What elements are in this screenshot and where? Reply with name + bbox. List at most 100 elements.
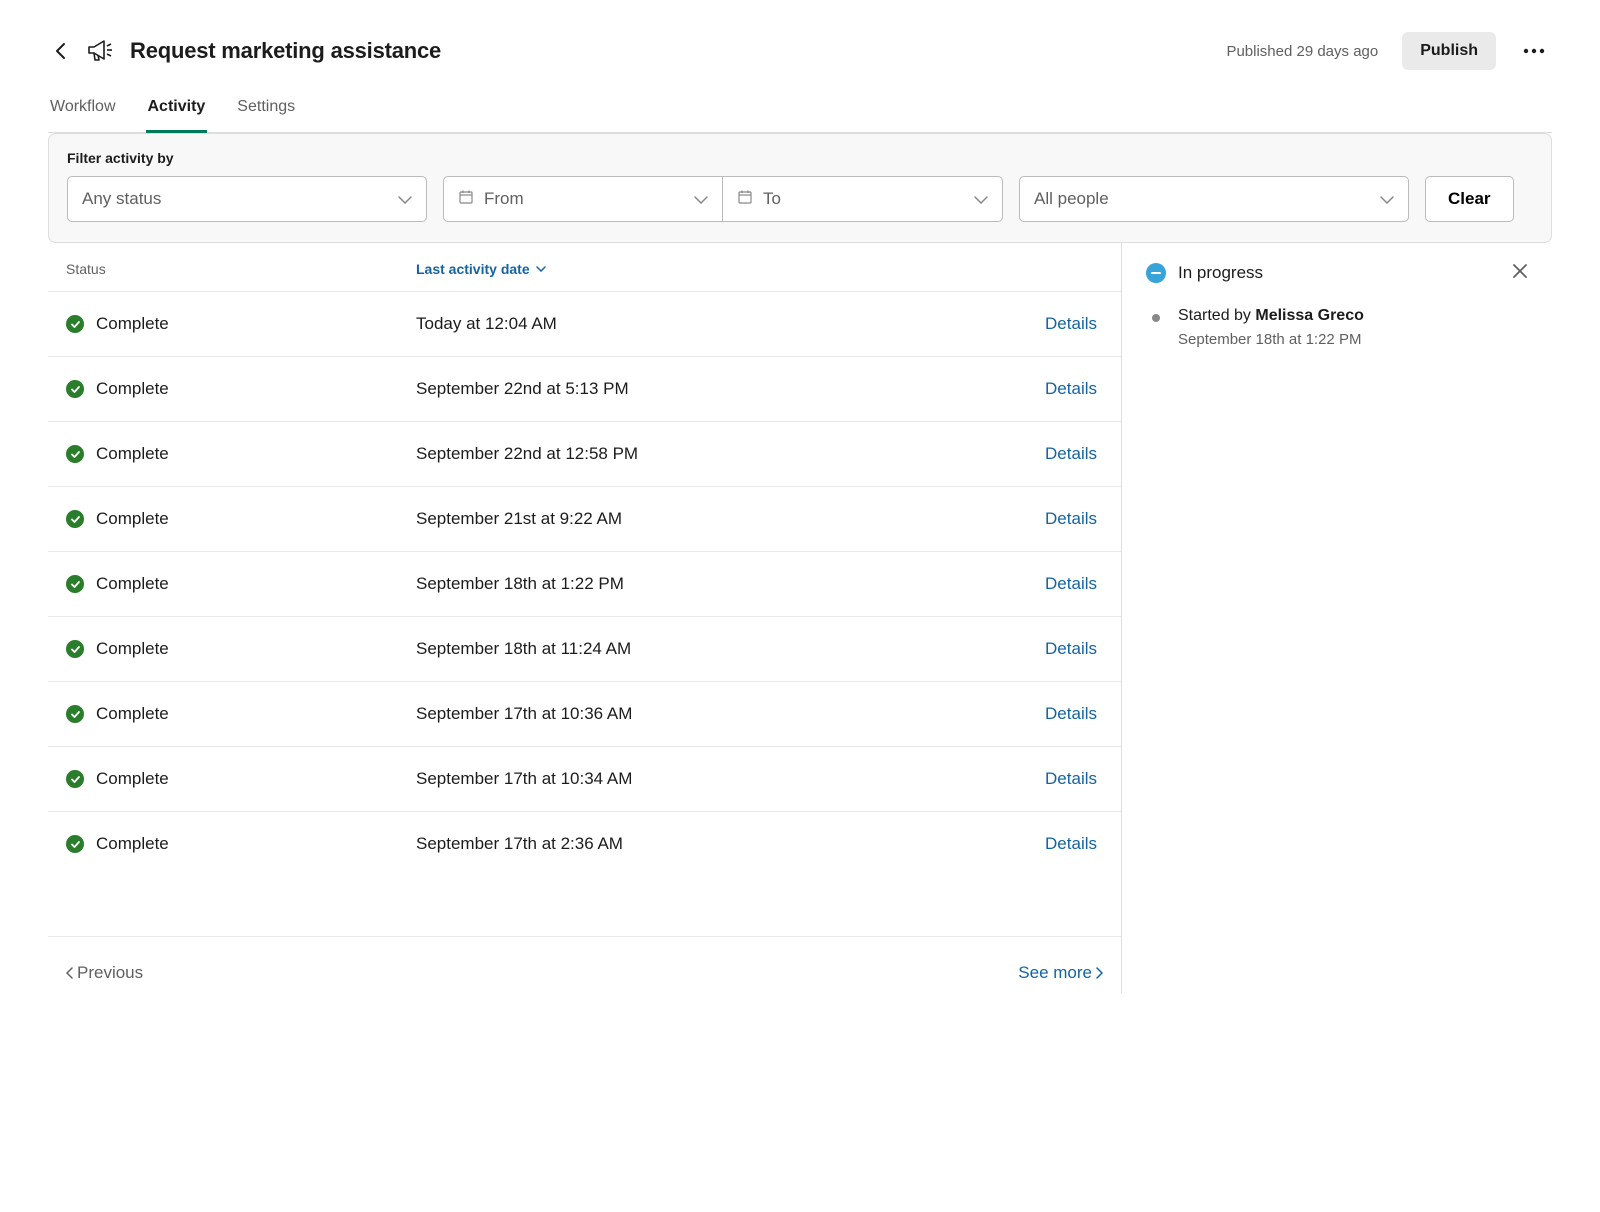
- filter-bar: Filter activity by Any status From To: [48, 133, 1552, 243]
- side-panel-item: Started by Melissa Greco September 18th …: [1146, 307, 1528, 348]
- date-cell: September 17th at 10:36 AM: [416, 704, 1045, 724]
- tab-workflow[interactable]: Workflow: [48, 90, 118, 133]
- status-cell: Complete: [66, 639, 416, 659]
- to-date-select[interactable]: To: [723, 176, 1003, 222]
- status-label: Complete: [96, 574, 169, 594]
- status-label: Complete: [96, 834, 169, 854]
- tabs: Workflow Activity Settings: [48, 90, 1552, 133]
- status-cell: Complete: [66, 834, 416, 854]
- check-circle-icon: [66, 770, 84, 788]
- table-row: Complete September 17th at 10:36 AMDetail…: [48, 681, 1121, 746]
- table-row: Complete September 21st at 9:22 AMDetails: [48, 486, 1121, 551]
- chevron-down-icon: [694, 191, 708, 208]
- check-circle-icon: [66, 445, 84, 463]
- details-link[interactable]: Details: [1045, 769, 1103, 789]
- status-cell: Complete: [66, 379, 416, 399]
- table-row: Complete September 18th at 1:22 PMDetails: [48, 551, 1121, 616]
- table-row: Complete September 18th at 11:24 AMDetail…: [48, 616, 1121, 681]
- chevron-down-icon: [1380, 191, 1394, 208]
- date-cell: September 18th at 1:22 PM: [416, 574, 1045, 594]
- date-cell: September 17th at 10:34 AM: [416, 769, 1045, 789]
- back-button[interactable]: [48, 39, 72, 63]
- status-cell: Complete: [66, 314, 416, 334]
- previous-link[interactable]: Previous: [66, 963, 143, 983]
- status-select-text: Any status: [82, 189, 398, 209]
- previous-label: Previous: [77, 963, 143, 983]
- date-cell: September 21st at 9:22 AM: [416, 509, 1045, 529]
- check-circle-icon: [66, 640, 84, 658]
- column-header-date-label: Last activity date: [416, 261, 530, 277]
- chevron-left-icon: [66, 967, 73, 979]
- status-label: Complete: [96, 509, 169, 529]
- in-progress-icon: [1146, 263, 1166, 283]
- status-cell: Complete: [66, 704, 416, 724]
- details-link[interactable]: Details: [1045, 704, 1103, 724]
- side-panel-title: In progress: [1178, 263, 1500, 283]
- calendar-icon: [737, 189, 753, 209]
- table-row: Complete September 22nd at 5:13 PMDetails: [48, 356, 1121, 421]
- see-more-label: See more: [1018, 963, 1092, 983]
- check-circle-icon: [66, 315, 84, 333]
- check-circle-icon: [66, 575, 84, 593]
- publish-button[interactable]: Publish: [1402, 32, 1496, 70]
- details-link[interactable]: Details: [1045, 379, 1103, 399]
- status-select[interactable]: Any status: [67, 176, 427, 222]
- status-label: Complete: [96, 704, 169, 724]
- status-label: Complete: [96, 769, 169, 789]
- status-label: Complete: [96, 379, 169, 399]
- status-label: Complete: [96, 639, 169, 659]
- to-date-text: To: [763, 189, 974, 209]
- page-title: Request marketing assistance: [130, 38, 1212, 64]
- check-circle-icon: [66, 835, 84, 853]
- megaphone-icon: [86, 36, 116, 66]
- chevron-down-icon: [398, 191, 412, 208]
- bullet-dot-icon: [1152, 314, 1160, 322]
- status-label: Complete: [96, 314, 169, 334]
- people-select-text: All people: [1034, 189, 1380, 209]
- see-more-link[interactable]: See more: [1018, 963, 1103, 983]
- published-text: Published 29 days ago: [1226, 43, 1378, 60]
- chevron-down-icon: [536, 266, 546, 272]
- date-cell: September 18th at 11:24 AM: [416, 639, 1045, 659]
- column-header-status: Status: [66, 261, 416, 277]
- status-cell: Complete: [66, 769, 416, 789]
- column-header-date[interactable]: Last activity date: [416, 261, 1103, 277]
- details-link[interactable]: Details: [1045, 509, 1103, 529]
- check-circle-icon: [66, 705, 84, 723]
- more-actions-button[interactable]: [1516, 33, 1552, 69]
- status-cell: Complete: [66, 574, 416, 594]
- chevron-right-icon: [1096, 967, 1103, 979]
- details-link[interactable]: Details: [1045, 444, 1103, 464]
- started-timestamp: September 18th at 1:22 PM: [1178, 331, 1364, 348]
- details-link[interactable]: Details: [1045, 574, 1103, 594]
- chevron-down-icon: [974, 191, 988, 208]
- details-link[interactable]: Details: [1045, 834, 1103, 854]
- check-circle-icon: [66, 380, 84, 398]
- from-date-text: From: [484, 189, 694, 209]
- date-cell: Today at 12:04 AM: [416, 314, 1045, 334]
- tab-settings[interactable]: Settings: [235, 90, 297, 133]
- calendar-icon: [458, 189, 474, 209]
- people-select[interactable]: All people: [1019, 176, 1409, 222]
- tab-activity[interactable]: Activity: [146, 90, 208, 133]
- clear-button[interactable]: Clear: [1425, 176, 1514, 222]
- status-cell: Complete: [66, 509, 416, 529]
- date-cell: September 22nd at 5:13 PM: [416, 379, 1045, 399]
- status-cell: Complete: [66, 444, 416, 464]
- date-cell: September 17th at 2:36 AM: [416, 834, 1045, 854]
- filter-label: Filter activity by: [67, 150, 1533, 166]
- from-date-select[interactable]: From: [443, 176, 723, 222]
- status-label: Complete: [96, 444, 169, 464]
- table-row: Complete September 17th at 2:36 AMDetails: [48, 811, 1121, 876]
- table-row: Complete September 22nd at 12:58 PMDetail…: [48, 421, 1121, 486]
- table-row: Complete September 17th at 10:34 AMDetail…: [48, 746, 1121, 811]
- started-by-prefix: Started by: [1178, 307, 1255, 324]
- check-circle-icon: [66, 510, 84, 528]
- date-cell: September 22nd at 12:58 PM: [416, 444, 1045, 464]
- started-by-name: Melissa Greco: [1255, 307, 1364, 324]
- started-by-line: Started by Melissa Greco: [1178, 307, 1364, 325]
- details-link[interactable]: Details: [1045, 314, 1103, 334]
- table-row: Complete Today at 12:04 AMDetails: [48, 291, 1121, 356]
- details-link[interactable]: Details: [1045, 639, 1103, 659]
- close-button[interactable]: [1512, 263, 1528, 283]
